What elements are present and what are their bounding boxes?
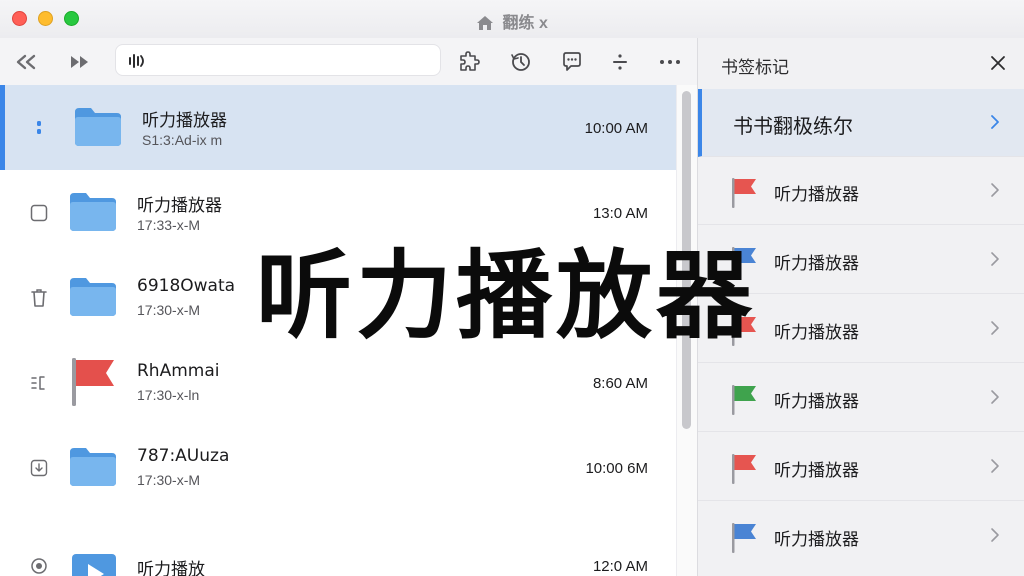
close-panel-button[interactable] <box>985 50 1011 76</box>
file-name: 听力播放 <box>137 560 205 576</box>
list-icon <box>31 376 45 390</box>
divide-icon <box>613 54 627 70</box>
bookmark-item[interactable]: 听力播放器 <box>698 364 1024 432</box>
puzzle-icon <box>460 51 480 71</box>
folder-icon <box>73 104 123 153</box>
file-time: 12:0 AM <box>592 558 648 575</box>
bookmark-item[interactable]: 听力播放器 <box>698 433 1024 501</box>
chevron-right-icon <box>991 459 999 473</box>
bookmark-label: 听力播放器 <box>774 392 859 412</box>
record-button[interactable] <box>28 555 50 576</box>
checkbox[interactable] <box>28 202 50 224</box>
clock-arrow-icon <box>511 53 530 71</box>
trash-icon <box>31 289 47 307</box>
double-chevron-left-icon <box>16 54 36 70</box>
chevron-right-icon <box>991 183 999 197</box>
flag-icon <box>70 356 118 413</box>
file-name: 787:AUuza <box>137 446 230 466</box>
toolbar <box>0 38 697 86</box>
chevron-right-icon <box>991 321 999 335</box>
green-flag-icon <box>732 385 756 415</box>
drag-handle[interactable] <box>28 117 50 139</box>
folder-icon <box>68 189 118 238</box>
more-button[interactable] <box>656 48 684 76</box>
title-bar: 翻练 x <box>0 0 1024 39</box>
bookmark-label: 听力播放器 <box>774 254 859 274</box>
file-meta: 17:30-x-ln <box>137 387 200 403</box>
file-time: 13:0 AM <box>592 205 648 222</box>
history-button[interactable] <box>507 48 535 76</box>
bookmark-item[interactable]: 听力播放器 <box>698 157 1024 225</box>
window-title: 翻练 x <box>0 9 1024 33</box>
file-time: 10:00 AM <box>584 120 648 137</box>
file-meta: 17:30-x-M <box>137 472 201 488</box>
list-toggle[interactable] <box>28 372 50 394</box>
chevron-right-icon <box>991 115 999 129</box>
file-name: 听力播放器 <box>137 196 222 216</box>
play-icon <box>70 552 118 576</box>
chevron-right-icon <box>991 252 999 266</box>
more-dots-icon <box>660 60 680 64</box>
folder-icon <box>68 274 118 323</box>
window-title-text: 翻练 x <box>502 15 548 32</box>
red-flag-icon <box>732 454 756 484</box>
bookmark-label: 听力播放器 <box>774 461 859 481</box>
bookmark-label: 听力播放器 <box>774 323 859 343</box>
panel-title: 书签标记 <box>721 58 789 78</box>
extensions-button[interactable] <box>455 48 483 76</box>
blue-flag-icon <box>732 523 756 553</box>
bookmark-label: 书书翻极练尔 <box>733 114 853 138</box>
download-button[interactable] <box>28 457 50 479</box>
chevron-right-icon <box>991 528 999 542</box>
app-window: 翻练 x 听力播放器 S1:3:Ad-ix m 10:00 AM 听力播放器 1… <box>0 0 1024 576</box>
file-time: 8:60 AM <box>592 375 648 392</box>
chat-bubble-icon <box>563 52 581 71</box>
play-forward-icon <box>71 56 88 68</box>
bookmark-item[interactable]: 听力播放器 <box>698 502 1024 570</box>
chevron-right-icon <box>991 390 999 404</box>
audio-wave-icon <box>129 54 144 68</box>
bookmark-item[interactable]: 书书翻极练尔 <box>698 89 1024 157</box>
list-item[interactable]: 787:AUuza 17:30-x-M 10:00 6M <box>0 425 676 510</box>
forward-button[interactable] <box>66 48 94 76</box>
address-bar[interactable] <box>115 44 441 76</box>
home-icon <box>477 16 494 30</box>
file-name: RhAmmai <box>137 361 220 381</box>
file-meta: S1:3:Ad-ix m <box>142 132 223 148</box>
panel-header: 书签标记 <box>698 38 1024 88</box>
grip-dot-icon <box>37 121 41 134</box>
file-meta: 17:33-x-M <box>137 217 201 233</box>
delete-button[interactable] <box>28 287 50 309</box>
red-flag-icon <box>732 178 756 208</box>
record-icon <box>31 558 47 574</box>
bookmark-label: 听力播放器 <box>774 530 859 550</box>
overlay-headline: 听力播放器 <box>256 240 756 352</box>
file-meta: 17:30-x-M <box>137 302 201 318</box>
split-button[interactable] <box>606 48 634 76</box>
file-name: 6918Owata <box>137 276 236 296</box>
address-input[interactable] <box>152 49 436 73</box>
list-item[interactable]: 听力播放器 S1:3:Ad-ix m 10:00 AM <box>0 85 676 170</box>
file-name: 听力播放器 <box>142 111 227 131</box>
checkbox-icon <box>30 204 48 222</box>
download-icon <box>30 459 48 477</box>
close-icon <box>991 56 1005 70</box>
list-item[interactable]: 听力播放 12:0 AM <box>0 510 676 576</box>
bookmark-label: 听力播放器 <box>774 185 859 205</box>
folder-icon <box>68 444 118 493</box>
file-time: 10:00 6M <box>585 460 648 477</box>
back-button[interactable] <box>12 48 40 76</box>
comments-button[interactable] <box>558 48 586 76</box>
